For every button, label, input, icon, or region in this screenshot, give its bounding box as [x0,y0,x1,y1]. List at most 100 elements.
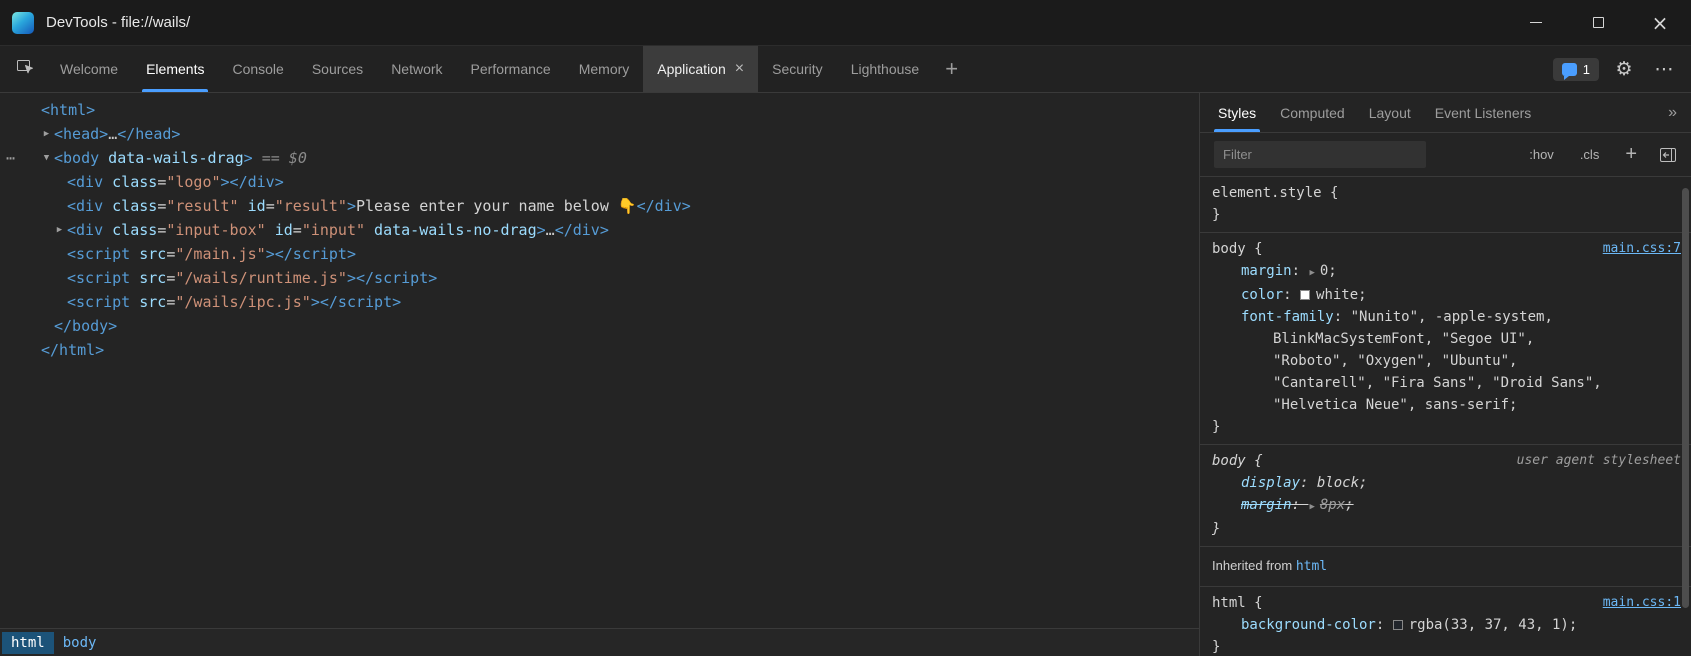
close-tab-icon[interactable]: × [735,60,744,78]
property-value: 8px [1320,497,1345,513]
tab-welcome[interactable]: Welcome [46,46,132,92]
minimize-button[interactable] [1505,0,1567,45]
collapse-arrow-icon[interactable]: ▼ [40,146,53,170]
dom-tree-line[interactable]: <div class="result" id="result">Please e… [0,194,1199,218]
issues-counter[interactable]: 1 [1553,58,1599,81]
breadcrumb-item-html[interactable]: html [2,632,54,654]
dom-token: = [157,221,166,239]
inspect-button[interactable] [4,46,46,92]
color-swatch[interactable] [1300,290,1310,300]
dom-tree-line[interactable]: <script src="/wails/runtime.js"></script… [0,266,1199,290]
maximize-button[interactable] [1567,0,1629,45]
sidebar-tab-computed[interactable]: Computed [1268,93,1357,132]
tab-console[interactable]: Console [218,46,297,92]
new-style-rule-button[interactable]: + [1625,143,1637,166]
styles-filter-row: :hov .cls + [1200,133,1691,177]
more-menu-button[interactable]: ⋯ [1649,54,1679,84]
css-property[interactable]: color: white; [1200,284,1691,306]
sidebar-tab-styles[interactable]: Styles [1206,93,1268,132]
styles-scrollbar[interactable] [1679,178,1691,656]
property-colon: : [1300,475,1317,491]
dom-tree-line[interactable]: <div class="logo"></div> [0,170,1199,194]
property-semicolon: ; [1358,287,1366,303]
tab-label: Console [232,61,283,77]
dom-token: <html> [41,101,95,119]
dom-token: = [157,173,166,191]
dom-token: "result" [275,197,347,215]
tab-performance[interactable]: Performance [457,46,565,92]
stylesheet-origin: user agent stylesheet [1517,450,1681,472]
devtools-logo-icon [12,12,34,34]
property-colon: : [1292,497,1309,513]
css-property[interactable]: display: block; [1200,472,1691,494]
color-swatch[interactable] [1393,620,1403,630]
expand-arrow-icon[interactable]: ▶ [53,218,66,242]
shorthand-expander-icon[interactable]: ▶ [1309,496,1314,518]
more-tabs-icon[interactable]: » [1654,93,1691,132]
more-actions-icon[interactable]: ⋯ [6,146,16,170]
dom-token: src [130,269,166,287]
tab-memory[interactable]: Memory [565,46,644,92]
dom-token: data-wails-no-drag [365,221,537,239]
dom-tree-line[interactable]: </body> [0,314,1199,338]
css-selector[interactable]: element.style [1212,185,1322,201]
dom-token: = [157,197,166,215]
tab-network[interactable]: Network [377,46,456,92]
dom-token: "input" [302,221,365,239]
hover-state-button[interactable]: :hov [1529,147,1554,162]
css-selector[interactable]: body [1212,241,1246,257]
shorthand-expander-icon[interactable]: ▶ [1309,262,1314,284]
dom-token: <script [67,293,130,311]
expand-arrow-icon[interactable]: ▶ [40,122,53,146]
tab-lighthouse[interactable]: Lighthouse [837,46,934,92]
dom-token: … [546,221,555,239]
css-property[interactable]: margin: ▶8px; [1200,494,1691,518]
property-value: white [1316,287,1358,303]
css-property[interactable]: font-family: "Nunito", -apple-system, Bl… [1200,306,1691,416]
sidebar-tab-event-listeners[interactable]: Event Listeners [1423,93,1544,132]
dom-tree-line[interactable]: ▶<div class="input-box" id="input" data-… [0,218,1199,242]
dom-token: > [347,197,356,215]
dom-token: <body [54,149,99,167]
dom-tree: <html> ▶<head>…</head>⋯ ▼<body data-wails-… [0,93,1199,628]
dom-tree-line[interactable]: <script src="/main.js"></script> [0,242,1199,266]
dom-token: <script [67,245,130,263]
class-toggle-button[interactable]: .cls [1580,147,1600,162]
stylesheet-link[interactable]: main.css:7 [1603,238,1681,260]
dom-tree-line[interactable]: ▶<head>…</head> [0,122,1199,146]
tab-security[interactable]: Security [758,46,837,92]
toggle-computed-pane-icon[interactable] [1659,147,1677,163]
settings-button[interactable]: ⚙ [1609,54,1639,84]
rule-close-brace: } [1200,204,1691,226]
css-selector[interactable]: body [1212,453,1246,469]
close-button[interactable]: × [1629,0,1691,45]
dom-token: </head> [117,125,180,143]
dom-tree-line[interactable]: <script src="/wails/ipc.js"></script> [0,290,1199,314]
sidebar-tab-layout[interactable]: Layout [1357,93,1423,132]
tab-sources[interactable]: Sources [298,46,377,92]
stylesheet-link[interactable]: main.css:1 [1603,592,1681,614]
dom-tree-line[interactable]: </html> [0,338,1199,362]
tab-label: Memory [579,61,630,77]
css-property[interactable]: background-color: rgba(33, 37, 43, 1); [1200,614,1691,636]
dom-token: "/main.js" [175,245,265,263]
dom-token: … [108,125,117,143]
dom-tree-line[interactable]: ⋯▼<body data-wails-drag> == $0 [0,146,1199,170]
styles-sections: element.style {}body {main.css:7margin: … [1200,177,1691,656]
dom-tree-line[interactable]: <html> [0,98,1199,122]
css-property[interactable]: margin: ▶0; [1200,260,1691,284]
titlebar: DevTools - file://wails/ × [0,0,1691,46]
tab-application[interactable]: Application× [643,46,758,92]
dom-token: </html> [41,341,104,359]
breadcrumb-item-body[interactable]: body [54,632,106,654]
property-colon: : [1283,287,1300,303]
inherited-element-link[interactable]: html [1296,559,1327,574]
scrollbar-thumb[interactable] [1682,188,1689,608]
css-selector[interactable]: html [1212,595,1246,611]
styles-filter-input[interactable] [1214,141,1426,168]
add-tab-button[interactable]: + [933,46,970,92]
tab-elements[interactable]: Elements [132,46,218,92]
tab-label: Network [391,61,442,77]
rule-open-brace: { [1246,453,1263,469]
dom-token: <div [67,173,103,191]
